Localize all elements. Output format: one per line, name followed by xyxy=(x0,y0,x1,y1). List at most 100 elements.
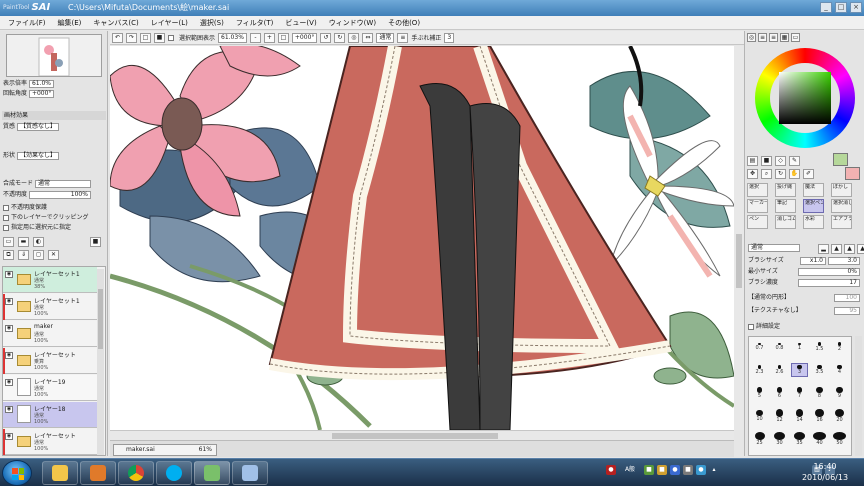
tray-icon-6[interactable]: ● xyxy=(696,465,706,475)
blend-mode-select[interactable]: 通常 xyxy=(376,32,395,43)
pen-pressure-button[interactable]: ≡ xyxy=(397,32,409,43)
paper-effects-header[interactable]: 画材効果 xyxy=(2,111,106,120)
stabilizer-select[interactable]: 3 xyxy=(444,32,455,43)
tool-2[interactable]: 魔法 xyxy=(803,183,824,197)
new-layer-button[interactable]: ▭ xyxy=(3,237,14,247)
brush-shape-select[interactable]: 通常 xyxy=(748,243,800,252)
brush-size-cell[interactable]: 9 xyxy=(831,386,848,400)
horizontal-scroll-thumb[interactable] xyxy=(332,433,498,439)
brush-size-cell[interactable]: 1.5 xyxy=(811,340,828,354)
zoom-field[interactable]: 61.03% xyxy=(218,32,247,43)
tip-flat-icon[interactable]: ▂ xyxy=(818,244,829,254)
detail-toggle-icon[interactable] xyxy=(748,323,754,330)
brush-size-cell[interactable]: 5 xyxy=(751,386,768,400)
menu-other[interactable]: その他(O) xyxy=(382,17,426,29)
color-wheel[interactable] xyxy=(755,48,855,148)
menu-layer[interactable]: レイヤー(L) xyxy=(145,17,194,29)
layer-scrollbar[interactable] xyxy=(97,269,104,455)
tray-icon-2[interactable]: ■ xyxy=(644,465,654,475)
flip-button[interactable]: ⇔ xyxy=(362,32,374,43)
brush-size-cell[interactable]: 25 xyxy=(751,432,768,446)
delete-layer-button[interactable]: ✕ xyxy=(48,250,59,260)
zoom-icon[interactable]: ⌕ xyxy=(761,169,772,179)
main-color-swatch[interactable] xyxy=(833,153,848,166)
tool-8[interactable]: ペン xyxy=(747,215,768,229)
zoom-fit-button[interactable]: □ xyxy=(277,32,289,43)
merge-down-button[interactable]: ⇓ xyxy=(18,250,29,260)
layer-blend-select[interactable]: 通常 xyxy=(34,179,91,188)
ime-indicator[interactable]: A般 xyxy=(619,465,641,475)
nav-angle-field[interactable]: +000° xyxy=(28,89,55,98)
layer-scroll-thumb[interactable] xyxy=(98,289,103,349)
tip-hard-icon[interactable]: ▲ xyxy=(844,244,855,254)
brush-size-cell[interactable]: 2 xyxy=(831,340,848,354)
brush-size-cell[interactable]: 35 xyxy=(791,432,808,446)
paper-texture-select[interactable]: 【質感なし】 xyxy=(16,122,59,131)
taskbar-skype[interactable] xyxy=(156,461,192,485)
hand-icon[interactable]: ✋ xyxy=(789,169,800,179)
layer-item-folder4[interactable]: ◉ レイヤーセット 通常 100% xyxy=(3,429,97,455)
brush-size-cell[interactable]: 30 xyxy=(771,432,788,446)
brush-size-cell[interactable]: 12 xyxy=(771,409,788,423)
saturation-value-square[interactable] xyxy=(779,72,831,124)
rotate-icon[interactable]: ↻ xyxy=(775,169,786,179)
tip-soft-icon[interactable]: ▲ xyxy=(857,244,864,254)
zoom-out-button[interactable]: - xyxy=(249,32,261,43)
menu-canvas[interactable]: キャンバス(C) xyxy=(87,17,144,29)
tool-11[interactable]: エアブラシ xyxy=(831,215,852,229)
sub-color-swatch[interactable] xyxy=(845,167,860,180)
move-icon[interactable]: ✥ xyxy=(747,169,758,179)
clipping-checkbox[interactable] xyxy=(3,214,9,221)
eye-icon[interactable]: ◉ xyxy=(5,298,13,305)
menu-filter[interactable]: フィルタ(T) xyxy=(230,17,280,29)
layer-item-18[interactable]: ◉ レイヤー18 通常 100% xyxy=(3,402,97,428)
brush-grid-scrollbar[interactable] xyxy=(855,336,862,456)
menu-window[interactable]: ウィンドウ(W) xyxy=(323,17,382,29)
color-history-icon[interactable]: ▤ xyxy=(747,156,758,166)
brush-size-cell[interactable]: 40 xyxy=(811,432,828,446)
tool-4[interactable]: マーカー xyxy=(747,199,768,213)
document-tab[interactable]: maker.sai 61% xyxy=(113,444,217,456)
nav-zoom-field[interactable]: 61.0% xyxy=(28,79,54,88)
rotate-left-button[interactable]: ↺ xyxy=(320,32,332,43)
eye-icon[interactable]: ◉ xyxy=(5,271,13,278)
taskbar-chrome[interactable] xyxy=(118,461,154,485)
new-mask-button[interactable]: ◐ xyxy=(33,237,44,247)
layer-item-19[interactable]: ◉ レイヤー19 通常 100% xyxy=(3,375,97,401)
brush-size-cell[interactable]: 8 xyxy=(811,386,828,400)
tray-icon-4[interactable]: ● xyxy=(670,465,680,475)
tool-1[interactable]: 投げ縄 xyxy=(775,183,796,197)
selection-source-checkbox[interactable] xyxy=(3,224,9,231)
system-clock[interactable]: 16:40 2010/06/13 xyxy=(794,461,856,485)
eye-icon[interactable]: ◉ xyxy=(5,325,13,332)
layer-lock-button[interactable]: ■ xyxy=(90,237,101,247)
maximize-button[interactable]: □ xyxy=(835,2,847,13)
brush-density-field[interactable]: 17 xyxy=(798,279,860,287)
tip-round-icon[interactable]: ▲ xyxy=(831,244,842,254)
tool-10[interactable]: 水彩 xyxy=(803,215,824,229)
brush-size-cell[interactable]: 14 xyxy=(791,409,808,423)
show-hidden-icons[interactable]: ▴ xyxy=(709,465,719,475)
detail-settings-row[interactable]: 詳細設定 xyxy=(748,322,862,332)
color-wheel-tab[interactable]: ◎ xyxy=(747,33,756,42)
brush-edge-field[interactable]: 100 xyxy=(834,294,860,302)
layer-item-folder3[interactable]: ◉ レイヤーセット 乗算 100% xyxy=(3,348,97,374)
layer-item-folder2[interactable]: ◉ レイヤーセット1 通常 100% xyxy=(3,294,97,320)
rotate-reset-button[interactable]: ◎ xyxy=(348,32,360,43)
tray-icon-3[interactable]: ■ xyxy=(657,465,667,475)
show-selection-checkbox[interactable] xyxy=(168,34,174,41)
menu-file[interactable]: ファイル(F) xyxy=(2,17,52,29)
navigator-preview[interactable] xyxy=(6,34,102,77)
brush-size-field[interactable]: 3.0 xyxy=(828,257,860,265)
brush-size-cell[interactable]: 2.6 xyxy=(771,363,788,377)
brush-size-mult[interactable]: x1.0 xyxy=(800,257,826,265)
transparent-color-icon[interactable]: ◇ xyxy=(775,156,786,166)
menu-view[interactable]: ビュー(V) xyxy=(279,17,322,29)
eye-icon[interactable]: ◉ xyxy=(5,379,13,386)
eyedropper-icon[interactable]: ✎ xyxy=(789,156,800,166)
canvas-vertical-scrollbar[interactable] xyxy=(734,46,744,430)
brush-size-cell[interactable]: 2.3 xyxy=(751,363,768,377)
rotation-field[interactable]: +000° xyxy=(291,32,318,43)
minimize-button[interactable]: _ xyxy=(820,2,832,13)
taskbar-media-player[interactable] xyxy=(80,461,116,485)
